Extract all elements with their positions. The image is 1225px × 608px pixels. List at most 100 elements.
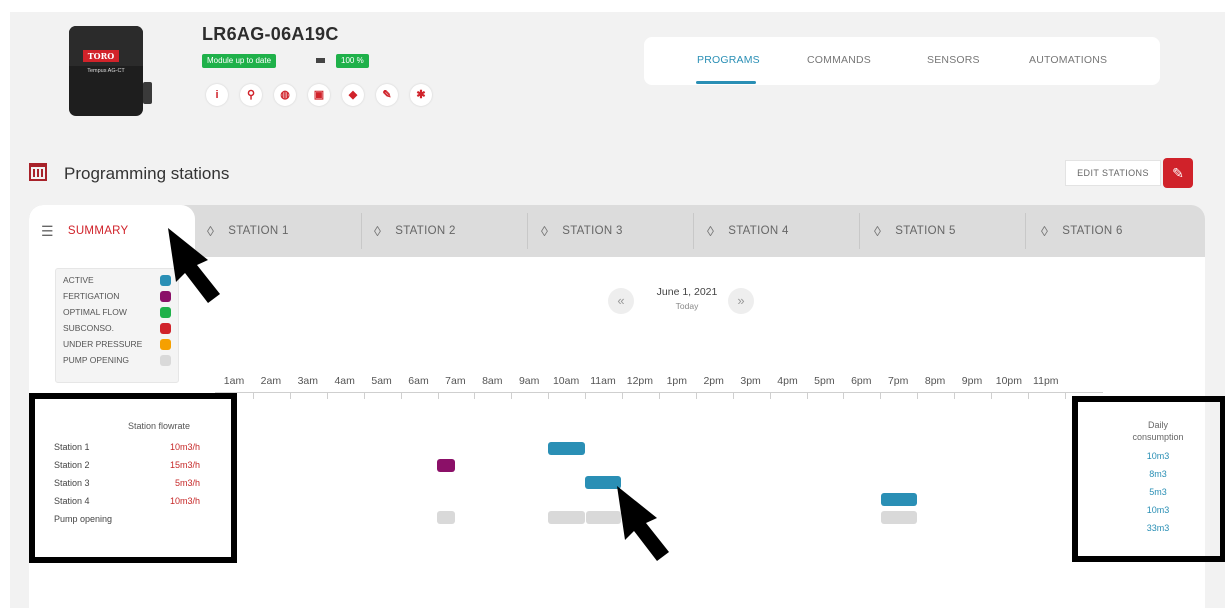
hour-tick xyxy=(622,392,623,399)
hour-label: 10pm xyxy=(995,375,1023,387)
hour-label: 4am xyxy=(334,375,355,387)
hour-tick xyxy=(585,392,587,399)
list-icon: ☰ xyxy=(41,223,54,239)
tag-icon[interactable]: ◆ xyxy=(342,84,364,106)
hour-tick xyxy=(511,392,513,399)
hour-tick xyxy=(954,392,956,399)
edit-pencil-icon[interactable]: ✎ xyxy=(1163,158,1193,188)
drop-icon: ◊ xyxy=(541,223,549,239)
hour-label: 2am xyxy=(260,375,282,387)
legend-label: ACTIVE xyxy=(63,275,94,285)
app-page: TORO Tempus AG-CT LR6AG-06A19C Module up… xyxy=(10,12,1225,608)
tab-automations[interactable]: AUTOMATIONS xyxy=(1029,54,1107,66)
active-tab-indicator xyxy=(696,81,756,84)
tab-station-5[interactable]: ◊ STATION 5 xyxy=(874,205,956,257)
tab-commands[interactable]: COMMANDS xyxy=(807,54,871,66)
status-legend: ACTIVE FERTIGATION OPTIMAL FLOW SUBCONSO… xyxy=(55,268,179,383)
prev-day-button[interactable]: « xyxy=(608,288,634,314)
sprinkler-icon[interactable]: ✱ xyxy=(410,84,432,106)
battery-level-badge: 100 % xyxy=(336,54,369,68)
hour-label: 3am xyxy=(297,375,319,387)
schedule-bar-station-2[interactable] xyxy=(437,459,455,472)
network-icon[interactable]: ⚲ xyxy=(240,84,262,106)
drop-icon: ◊ xyxy=(374,223,382,239)
hour-tick xyxy=(769,392,771,399)
hour-label: 8pm xyxy=(924,375,946,387)
annotation-cursor-icon xyxy=(617,486,669,561)
globe-icon[interactable]: ◍ xyxy=(274,84,296,106)
schedule-bar-station-4[interactable] xyxy=(881,493,917,506)
hour-tick xyxy=(991,392,992,399)
hour-label: 10am xyxy=(552,375,580,387)
hour-label: 1am xyxy=(223,375,245,387)
info-icon[interactable]: i xyxy=(206,84,228,106)
hour-label: 9pm xyxy=(961,375,983,387)
hour-tick xyxy=(917,392,919,399)
tab-sensors[interactable]: SENSORS xyxy=(927,54,980,66)
hour-label: 12pm xyxy=(626,375,654,387)
legend-swatch xyxy=(160,339,171,350)
hour-label: 2pm xyxy=(703,375,724,387)
legend-swatch xyxy=(160,323,171,334)
tab-programs[interactable]: PROGRAMS xyxy=(697,54,760,66)
save-icon[interactable]: ▣ xyxy=(308,84,330,106)
device-action-icons: i ⚲ ◍ ▣ ◆ ✎ ✱ xyxy=(206,84,432,106)
hour-tick xyxy=(326,392,328,399)
hour-tick xyxy=(880,392,882,399)
drop-icon: ◊ xyxy=(874,223,882,239)
hour-tick xyxy=(437,392,439,399)
hour-label: 11am xyxy=(590,375,616,387)
hour-tick xyxy=(806,392,808,399)
hour-label: 3pm xyxy=(740,375,761,387)
legend-label: UNDER PRESSURE xyxy=(63,339,143,349)
module-status-badge: Module up to date xyxy=(202,54,277,68)
annotation-frame xyxy=(29,393,237,563)
hour-label: 6am xyxy=(408,375,429,387)
pencil-icon[interactable]: ✎ xyxy=(376,84,398,106)
pump-opening-bar[interactable] xyxy=(548,511,585,524)
drop-icon: ◊ xyxy=(1041,223,1049,239)
hour-tick xyxy=(363,392,365,399)
calendar-icon xyxy=(29,163,47,181)
legend-label: PUMP OPENING xyxy=(63,355,129,365)
hour-label: 6pm xyxy=(851,375,872,387)
date-subtitle: Today xyxy=(675,301,699,311)
hour-tick xyxy=(1064,392,1066,399)
top-tabs: PROGRAMS COMMANDS SENSORS AUTOMATIONS xyxy=(644,37,1160,85)
hour-tick xyxy=(1027,392,1029,399)
legend-label: SUBCONSO. xyxy=(63,323,115,333)
edit-stations-button[interactable]: EDIT STATIONS xyxy=(1065,160,1161,186)
next-day-button[interactable]: » xyxy=(728,288,754,314)
pump-opening-bar[interactable] xyxy=(881,511,917,524)
hour-tick xyxy=(400,392,402,399)
hour-label: 11pm xyxy=(1033,375,1059,387)
battery-icon xyxy=(316,58,325,63)
hour-label: 5pm xyxy=(814,375,835,387)
hour-tick xyxy=(732,392,734,399)
pump-opening-bar[interactable] xyxy=(437,511,455,524)
tab-station-3[interactable]: ◊ STATION 3 xyxy=(541,205,623,257)
hour-label: 9am xyxy=(518,375,540,387)
section-title: Programming stations xyxy=(64,164,230,183)
hour-tick xyxy=(548,392,550,399)
tab-station-2[interactable]: ◊ STATION 2 xyxy=(374,205,456,257)
legend-label: FERTIGATION xyxy=(63,291,120,301)
hour-label: 7pm xyxy=(887,375,909,387)
hour-label: 5am xyxy=(371,375,392,387)
legend-label: OPTIMAL FLOW xyxy=(63,307,127,317)
device-image: TORO Tempus AG-CT xyxy=(63,26,155,118)
schedule-bar-station-1[interactable] xyxy=(548,442,585,455)
tab-station-6[interactable]: ◊ STATION 6 xyxy=(1041,205,1123,257)
hour-tick xyxy=(253,392,254,399)
legend-swatch xyxy=(160,307,171,318)
hour-label: 4pm xyxy=(777,375,798,387)
hour-tick xyxy=(474,392,476,399)
hour-label: 1pm xyxy=(666,375,688,387)
legend-swatch xyxy=(160,355,171,366)
tab-station-4[interactable]: ◊ STATION 4 xyxy=(707,205,789,257)
annotation-cursor-icon xyxy=(168,228,220,303)
hour-tick xyxy=(843,392,845,399)
annotation-frame xyxy=(1072,396,1225,562)
hour-tick xyxy=(289,392,291,399)
drop-icon: ◊ xyxy=(707,223,715,239)
